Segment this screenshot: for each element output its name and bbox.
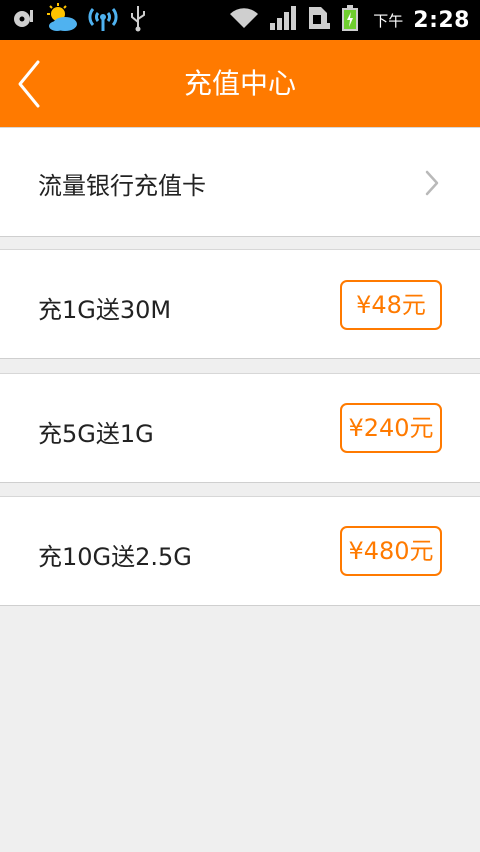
package-row[interactable]: 充10G送2.5G ¥480元 — [0, 496, 480, 606]
sim-icon — [307, 5, 331, 35]
back-button[interactable] — [6, 54, 56, 114]
clock: 2:28 — [413, 7, 470, 33]
bank-card-row[interactable]: 流量银行充值卡 — [0, 127, 480, 237]
weather-icon — [44, 3, 78, 37]
bank-card-label: 流量银行充值卡 — [38, 172, 206, 200]
price-button[interactable]: ¥240元 — [340, 403, 442, 453]
package-row[interactable]: 充5G送1G ¥240元 — [0, 373, 480, 483]
package-label: 充1G送30M — [38, 296, 172, 324]
signal-icon — [269, 5, 297, 35]
hotspot-icon — [86, 3, 120, 37]
package-row[interactable]: 充1G送30M ¥48元 — [0, 249, 480, 359]
time-period: 下午 — [373, 11, 404, 30]
battery-icon — [341, 4, 359, 36]
media-icon — [10, 7, 36, 33]
page-title: 充值中心 — [183, 67, 296, 100]
package-label: 充10G送2.5G — [38, 543, 192, 571]
chevron-right-icon — [424, 170, 440, 200]
back-chevron-icon — [6, 60, 56, 118]
status-bar: 下午 2:28 — [0, 0, 480, 40]
status-bar-right: 下午 2:28 — [229, 5, 470, 35]
title-bar: 充值中心 — [0, 40, 480, 127]
usb-icon — [128, 4, 148, 36]
package-label: 充5G送1G — [38, 420, 154, 448]
price-button[interactable]: ¥480元 — [340, 526, 442, 576]
status-bar-left — [10, 3, 148, 37]
price-button[interactable]: ¥48元 — [340, 280, 442, 330]
wifi-icon — [229, 6, 259, 34]
